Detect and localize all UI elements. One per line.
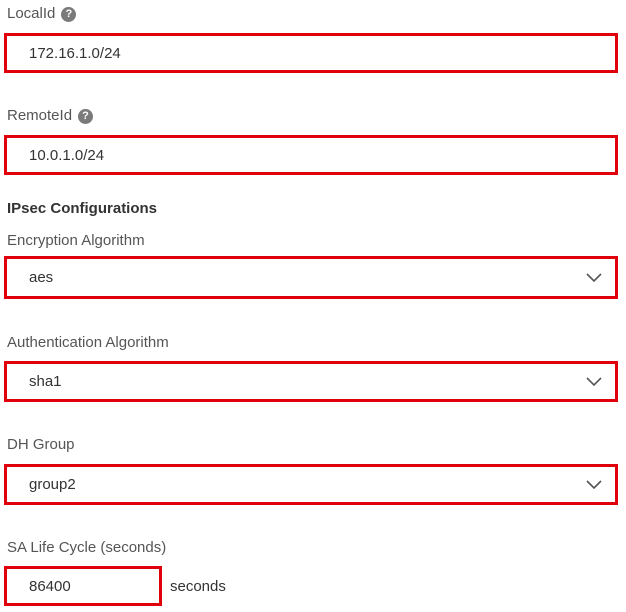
authentication-algorithm-label-text: Authentication Algorithm (7, 334, 169, 351)
dh-group-selected: group2 (29, 476, 76, 493)
chevron-down-icon (583, 474, 605, 496)
local-id-input[interactable]: 172.16.1.0/24 (4, 33, 618, 73)
sa-life-cycle-input[interactable]: 86400 (4, 566, 162, 606)
local-id-value: 172.16.1.0/24 (29, 44, 121, 62)
question-circle-icon[interactable]: ? (61, 6, 77, 22)
remote-id-label: RemoteId (7, 107, 73, 124)
encryption-algorithm-label-text: Encryption Algorithm (7, 232, 145, 249)
authentication-algorithm-select[interactable]: sha1 (4, 361, 618, 402)
sa-life-cycle-value: 86400 (29, 577, 71, 595)
remote-id-label-row: RemoteId ? (7, 107, 94, 125)
dh-group-select[interactable]: group2 (4, 464, 618, 505)
sa-life-cycle-label-text: SA Life Cycle (seconds) (7, 539, 167, 556)
encryption-algorithm-select[interactable]: aes (4, 256, 618, 299)
authentication-algorithm-selected: sha1 (29, 373, 62, 390)
dh-group-label-text: DH Group (7, 436, 75, 453)
sa-life-cycle-suffix: seconds (170, 578, 226, 595)
chevron-down-icon (583, 267, 605, 289)
authentication-algorithm-label: Authentication Algorithm (7, 334, 169, 352)
sa-life-cycle-label: SA Life Cycle (seconds) (7, 539, 166, 557)
local-id-label: LocalId (7, 5, 56, 22)
remote-id-input[interactable]: 10.0.1.0/24 (4, 135, 618, 175)
ipsec-section-title: IPsec Configurations (7, 200, 158, 217)
encryption-algorithm-label: Encryption Algorithm (7, 232, 145, 250)
chevron-down-icon (583, 371, 605, 393)
encryption-algorithm-selected: aes (29, 269, 54, 286)
remote-id-value: 10.0.1.0/24 (29, 146, 105, 164)
ipsec-config-form: LocalId ? 172.16.1.0/24 RemoteId ? 10.0.… (0, 0, 626, 612)
local-id-label-row: LocalId ? (7, 5, 77, 23)
question-circle-icon[interactable]: ? (78, 108, 94, 124)
dh-group-label: DH Group (7, 436, 75, 454)
